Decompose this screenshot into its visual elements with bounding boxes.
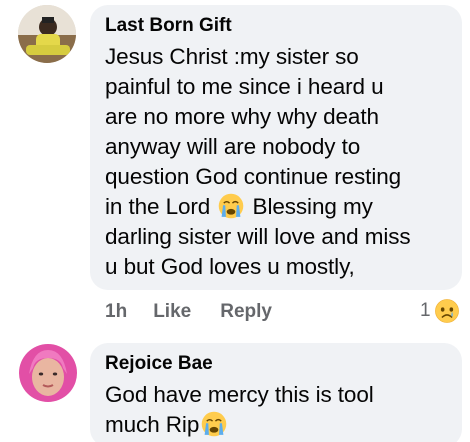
comment-text-part: Jesus Christ :my sister so painful to me… xyxy=(105,44,402,219)
comment-text: God have mercy this is tool much Rip xyxy=(105,380,448,440)
comment-bubble: Last Born Gift Jesus Christ :my sister s… xyxy=(90,5,462,290)
comment-thread: Last Born Gift Jesus Christ :my sister s… xyxy=(0,0,470,442)
comment-timestamp[interactable]: 1h xyxy=(105,301,127,323)
avatar[interactable] xyxy=(19,344,77,402)
reaction-count: 1 xyxy=(420,300,431,321)
comment-bubble: Rejoice Bae God have mercy this is tool … xyxy=(90,343,462,442)
crying-face-icon xyxy=(201,411,227,437)
like-button[interactable]: Like xyxy=(153,301,191,323)
comment-author[interactable]: Rejoice Bae xyxy=(105,353,448,375)
comment-text-part: God have mercy this is tool much Rip xyxy=(105,382,374,437)
comment-author[interactable]: Last Born Gift xyxy=(105,15,448,37)
comment-actions: 1h Like Reply xyxy=(105,299,301,325)
crying-face-icon xyxy=(219,193,244,219)
profile-photo xyxy=(18,5,76,63)
reaction-summary[interactable]: 1 xyxy=(420,297,460,325)
avatar[interactable] xyxy=(18,5,76,63)
reply-button[interactable]: Reply xyxy=(220,301,272,323)
comment-text: Jesus Christ :my sister so painful to me… xyxy=(105,42,448,282)
profile-photo xyxy=(19,344,77,402)
sad-face-icon xyxy=(434,299,459,323)
